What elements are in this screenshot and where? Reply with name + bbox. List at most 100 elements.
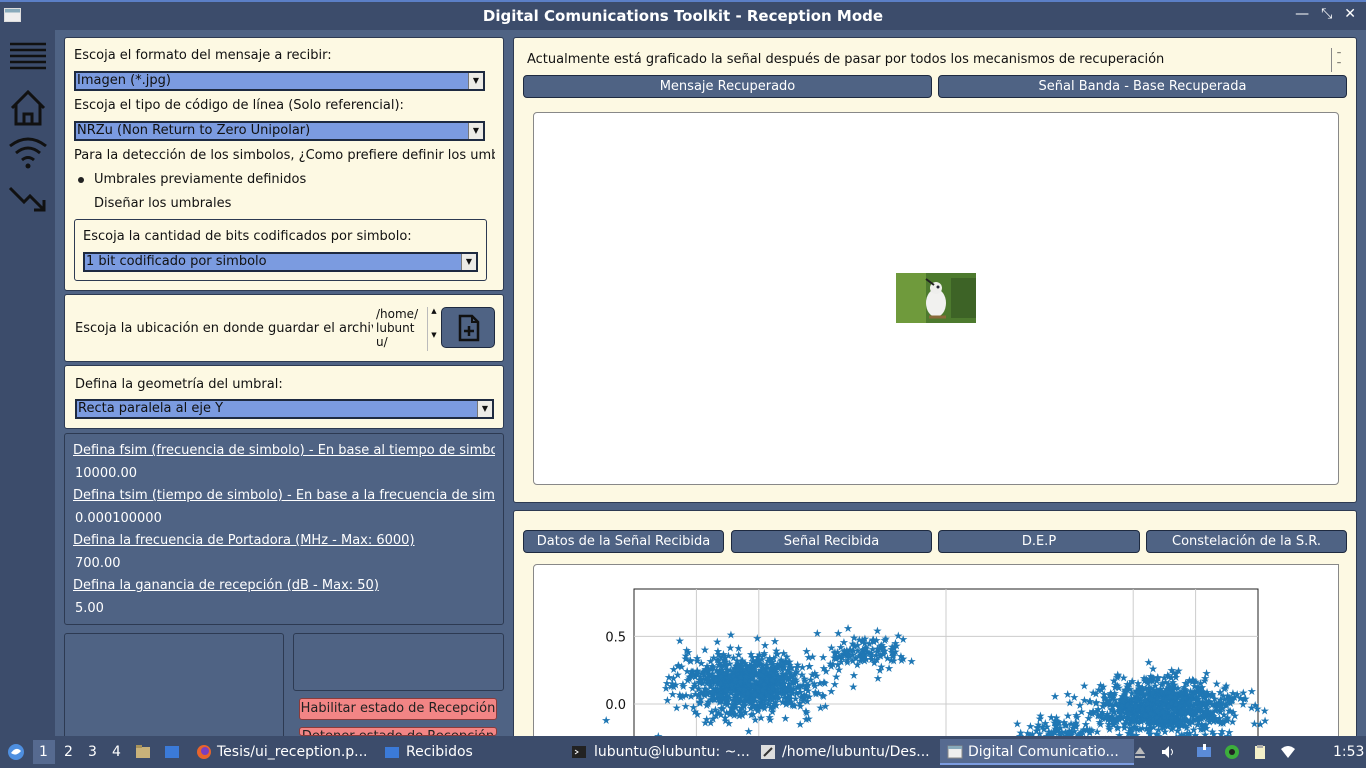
taskbar-item-toolkit[interactable]: Digital Comunicatio... [968, 744, 1119, 760]
wifi-icon[interactable] [6, 130, 50, 174]
workspace-2[interactable]: 2 [64, 744, 73, 760]
start-menu-icon[interactable] [7, 743, 25, 761]
scatter-point: ★ [1238, 698, 1248, 711]
scatter-point: ★ [785, 689, 795, 702]
workspace-1[interactable]: 1 [39, 744, 48, 760]
tab-recovered-message[interactable]: Mensaje Recuperado [523, 75, 932, 98]
show-desktop-icon[interactable] [164, 744, 180, 760]
scatter-point: ★ [690, 688, 700, 701]
scatter-point: ★ [1143, 677, 1153, 690]
scatter-point: ★ [1228, 687, 1238, 700]
network-icon[interactable] [1280, 744, 1296, 760]
radio-predefined-thresholds[interactable]: Umbrales previamente definidos [94, 172, 306, 187]
clipboard-icon[interactable] [1252, 744, 1268, 760]
scatter-point: ★ [875, 649, 885, 662]
scatter-point: ★ [1063, 709, 1073, 722]
scatter-point: ★ [848, 680, 858, 693]
tab-constellation[interactable]: Constelación de la S.R. [1146, 530, 1347, 553]
scatter-point: ★ [1094, 684, 1104, 697]
minimize-icon[interactable]: — [1295, 6, 1309, 22]
tab-recovered-baseband[interactable]: Señal Banda - Base Recuperada [938, 75, 1347, 98]
threshold-question: Para la detección de los simbolos, ¿Como… [74, 148, 495, 163]
tsim-field[interactable]: 0.000100000 [75, 511, 162, 526]
window-title: Digital Comunications Toolkit - Receptio… [482, 7, 884, 25]
choose-folder-button[interactable] [441, 307, 495, 348]
firefox-icon [197, 745, 211, 759]
scatter-point: ★ [1171, 719, 1181, 732]
scatter-point: ★ [1250, 699, 1260, 712]
file-add-icon [458, 314, 480, 342]
scatter-point: ★ [800, 689, 810, 702]
scatter-point: ★ [757, 684, 767, 697]
scatter-point: ★ [1228, 706, 1238, 719]
geometry-select[interactable]: Recta paralela al eje Y ▼ [75, 399, 494, 419]
save-path-scrollbar[interactable]: ▲ ▼ [427, 307, 440, 351]
taskbar-item-editor[interactable]: /home/lubuntu/Des... [782, 744, 930, 760]
scatter-point: ★ [710, 703, 720, 716]
clock: 1:53 [1333, 744, 1365, 760]
chevron-down-icon: ▼ [468, 123, 483, 139]
workspace-3[interactable]: 3 [88, 744, 97, 760]
tab-received-data[interactable]: Datos de la Señal Recibida [523, 530, 724, 553]
scatter-point: ★ [735, 683, 745, 696]
scatter-point: ★ [716, 677, 726, 690]
scatter-point: ★ [832, 646, 842, 659]
scatter-point: ★ [1127, 692, 1137, 705]
file-manager-icon[interactable] [135, 744, 151, 760]
hamburger-menu-icon[interactable] [6, 36, 50, 80]
notification-icon[interactable] [1196, 744, 1212, 760]
gain-label: Defina la ganancia de recepción (dB - Ma… [73, 578, 379, 593]
scatter-point: ★ [1079, 679, 1089, 692]
scatter-point: ★ [669, 663, 679, 676]
tab-psd[interactable]: D.E.P [938, 530, 1140, 553]
tab-received-signal[interactable]: Señal Recibida [731, 530, 932, 553]
scatter-point: ★ [1125, 708, 1135, 721]
format-select[interactable]: Imagen (*.jpg) ▼ [74, 71, 485, 91]
taskbar-item-terminal[interactable]: lubuntu@lubuntu: ~... [594, 744, 750, 760]
scatter-point: ★ [1214, 700, 1224, 713]
status-scroll[interactable]: – – [1331, 48, 1346, 72]
scatter-point: ★ [1163, 677, 1173, 690]
radio-selected-icon [78, 177, 84, 183]
scatter-point: ★ [773, 678, 783, 691]
window-app-icon [947, 745, 963, 759]
volume-icon[interactable] [1160, 744, 1176, 760]
carrier-field[interactable]: 700.00 [75, 556, 121, 571]
scatter-point: ★ [1164, 700, 1174, 713]
scatter-point: ★ [1185, 717, 1195, 730]
chevron-down-icon: ▼ [477, 401, 492, 417]
save-path-text[interactable]: /home/ lubunt u/ [376, 307, 424, 349]
scatter-point: ★ [1260, 714, 1270, 727]
maximize-icon[interactable]: ⤡ [1321, 6, 1332, 22]
workspace-4[interactable]: 4 [112, 744, 121, 760]
scatter-point: ★ [714, 688, 724, 701]
y-tick-label: 0.5 [605, 630, 626, 645]
trending-down-icon[interactable] [6, 176, 50, 220]
stop-reception-button[interactable]: Detener estado de Recepción [299, 727, 497, 736]
bits-group: Escoja la cantidad de bits codificados p… [74, 219, 487, 281]
taskbar-item-firefox[interactable]: Tesis/ui_reception.p... [217, 744, 368, 760]
constellation-chart: 0.50.0−0.5★★★★★★★★★★★★★★★★★★★★★★★★★★★★★★… [601, 588, 1270, 753]
scatter-point: ★ [816, 702, 826, 715]
radio-design-thresholds[interactable]: Diseñar los umbrales [94, 196, 231, 211]
scatter-point: ★ [814, 687, 824, 700]
scatter-point: ★ [1109, 675, 1119, 688]
folder-icon [385, 747, 399, 758]
bits-select[interactable]: 1 bit codificado por simbolo ▼ [83, 252, 478, 272]
scatter-point: ★ [757, 699, 767, 712]
window-titlebar[interactable]: Digital Comunications Toolkit - Receptio… [0, 0, 1366, 30]
scatter-points: ★★★ ★★★★ ★★★ ★★★★★★★★ ★★★★★★★★ ★★★★★★★★★★ ★★★★… [601, 622, 1270, 753]
parameters-panel: Defina fsim (frecuencia de simbolo) - En… [64, 433, 504, 625]
fsim-field[interactable]: 10000.00 [75, 466, 137, 481]
scatter-point: ★ [1249, 718, 1259, 731]
recovered-panel: Actualmente está graficado la señal desp… [513, 37, 1357, 503]
close-icon[interactable]: ✕ [1344, 6, 1356, 22]
update-icon[interactable] [1224, 744, 1240, 760]
eject-icon[interactable] [1132, 744, 1148, 760]
line-code-select[interactable]: NRZu (Non Return to Zero Unipolar) ▼ [74, 121, 485, 141]
enable-reception-button[interactable]: Habilitar estado de Recepción [299, 698, 497, 720]
format-label: Escoja el formato del mensaje a recibir: [74, 48, 332, 63]
taskbar-item-recibidos[interactable]: Recibidos [406, 744, 473, 760]
gain-field[interactable]: 5.00 [75, 601, 104, 616]
home-icon[interactable] [6, 86, 50, 130]
